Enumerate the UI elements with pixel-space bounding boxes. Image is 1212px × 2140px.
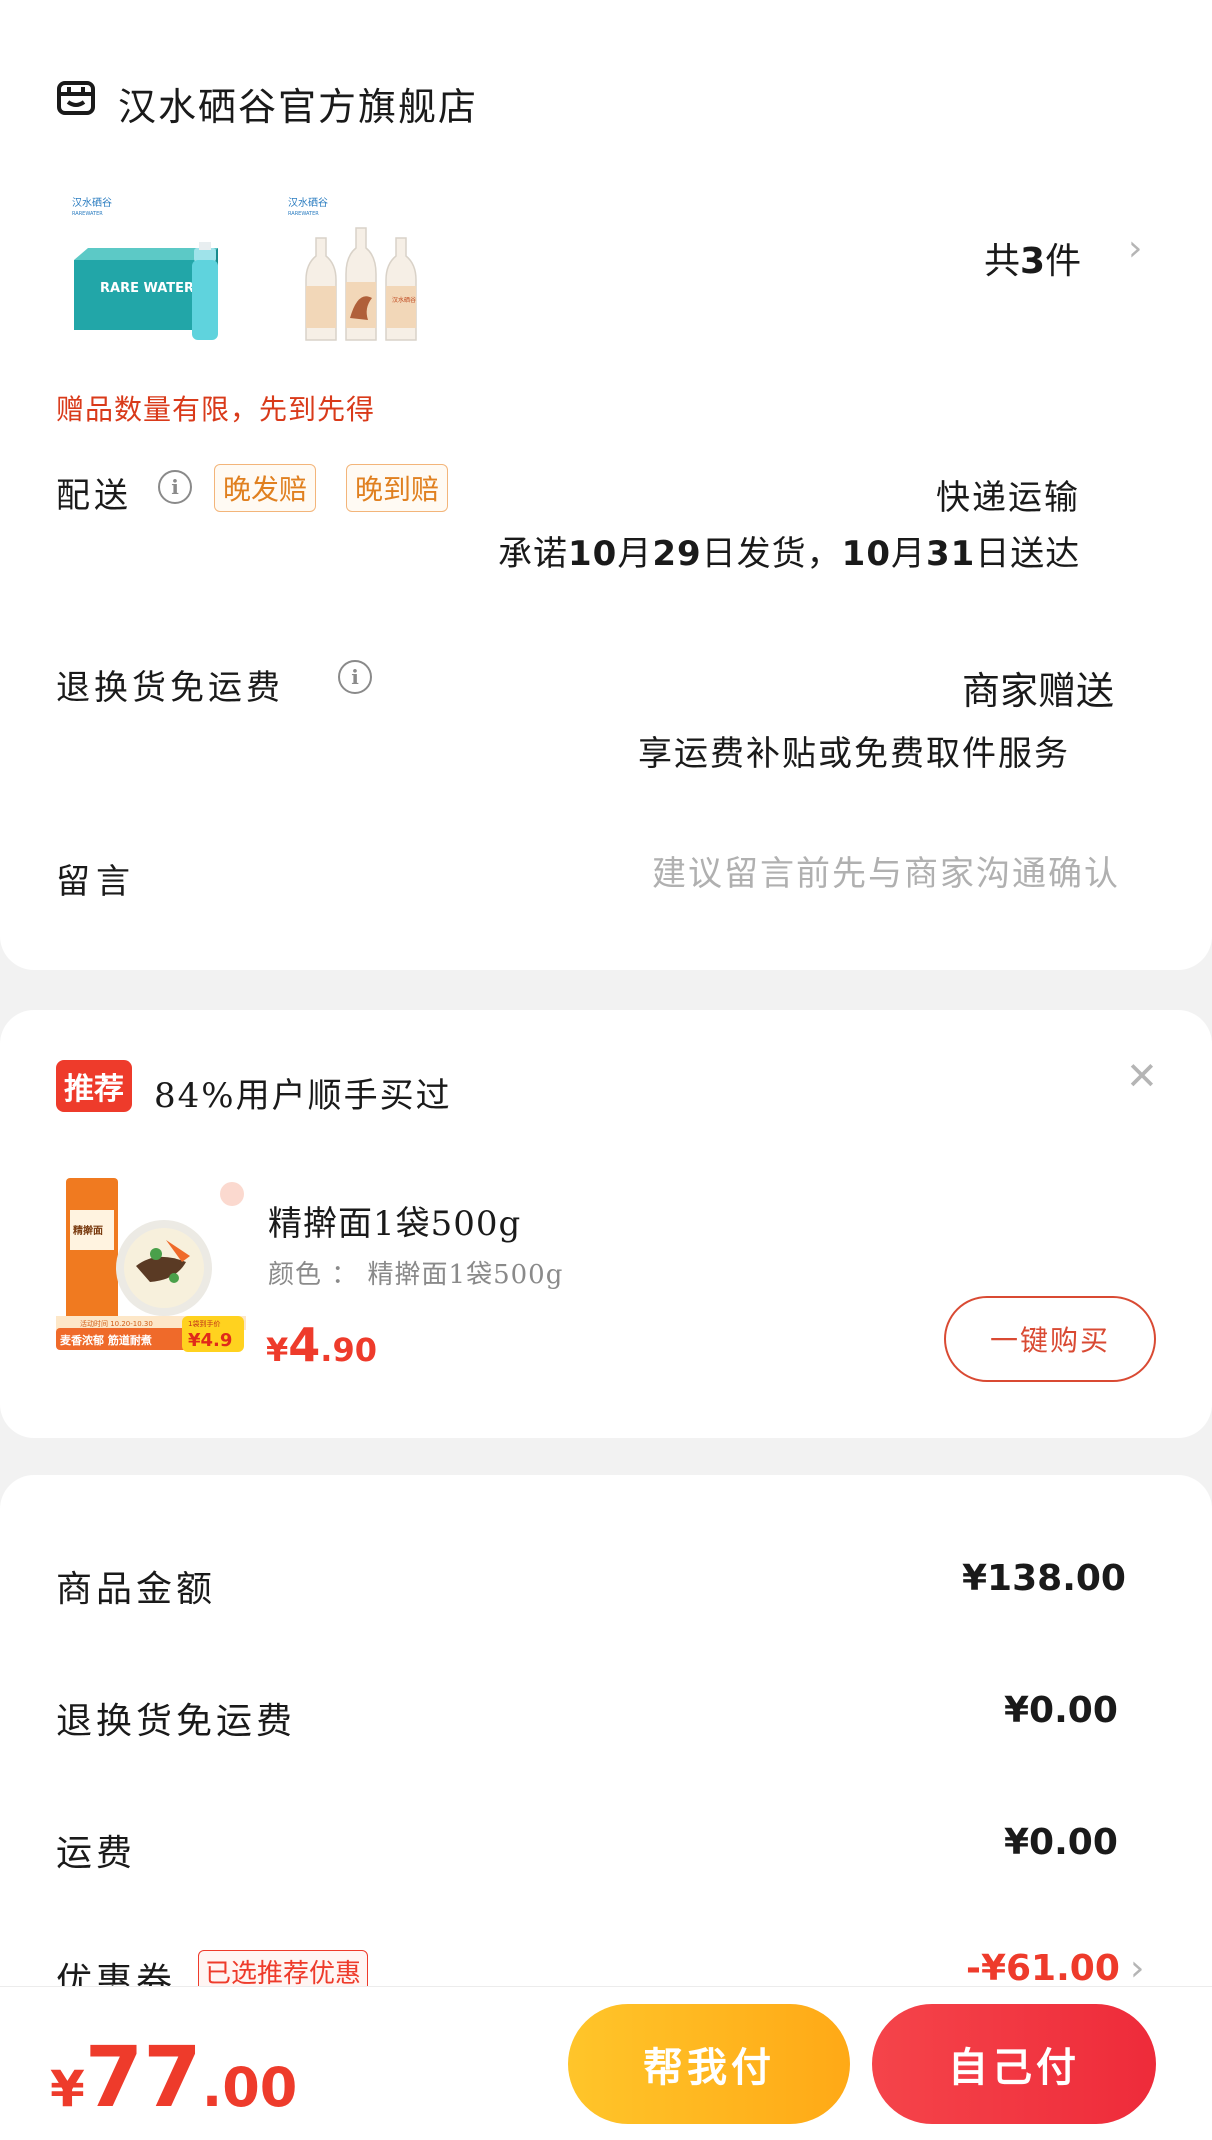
return-shipping-note: 享运费补贴或免费取件服务 [638, 734, 1070, 774]
shipping-fee-value: ¥0.00 [1004, 1822, 1118, 1863]
total-symbol: ¥ [50, 2060, 85, 2118]
goods-amount-label: 商品金额 [56, 1569, 217, 1610]
chevron-right-icon[interactable]: › [1130, 1948, 1144, 1989]
promise-number: 29 [652, 534, 702, 574]
promise-text: 月 [617, 534, 653, 574]
recommend-text: 84%用户顺手买过 [154, 1076, 452, 1116]
delivery-label: 配送 [56, 476, 132, 516]
store-icon [57, 81, 95, 115]
info-icon[interactable]: i [338, 660, 372, 694]
promise-number: 31 [925, 534, 976, 574]
noodle-product-image[interactable]: 精擀面 活动时间 10.20-10.30 麦香浓郁 筋道耐煮 1袋到手价 ¥4.… [56, 1170, 246, 1360]
message-input[interactable] [560, 846, 1120, 902]
thumb-brand: 汉水硒谷 [288, 197, 328, 209]
thumb-banner-text: 麦香浓郁 筋道耐煮 [60, 1333, 152, 1347]
return-shipping-label: 退换货免运费 [56, 668, 284, 708]
delivery-promise: 承诺10月29日发货，10月31日送达 [498, 526, 1080, 575]
thumb-box-text: RARE WATER [100, 281, 194, 296]
late-arrive-tag: 晚到赔 [346, 464, 449, 512]
recommend-product-price: ¥4.90 [266, 1318, 377, 1372]
chevron-right-icon[interactable]: › [1128, 228, 1142, 269]
coupon-value[interactable]: -¥61.00 [966, 1948, 1120, 1989]
water-bottles-image[interactable]: 汉水硒谷 RAREWATER 汉水硒谷 [288, 190, 478, 380]
promise-text: 日发货， [701, 534, 842, 574]
count-suffix: 件 [1045, 241, 1082, 282]
thumb-pack-text: 精擀面 [73, 1224, 103, 1237]
thumb-brand: 汉水硒谷 [72, 197, 112, 209]
water-box-image[interactable]: 汉水硒谷 RAREWATER RARE WATER [58, 190, 248, 380]
promise-text: 月 [890, 534, 926, 574]
gift-note: 赠品数量有限，先到先得 [56, 393, 376, 426]
promise-text: 日送达 [975, 534, 1081, 574]
help-pay-button[interactable]: 帮我付 [568, 2004, 850, 2124]
one-click-buy-button[interactable]: 一键购买 [944, 1296, 1156, 1382]
thumb-brand-en: RAREWATER [288, 211, 319, 217]
total-decimal: .00 [201, 2056, 298, 2119]
promise-text: 承诺 [498, 534, 568, 574]
thumb-brand-en: RAREWATER [72, 211, 103, 217]
total-integer: 77 [84, 2028, 202, 2126]
recommend-badge: 推荐 [56, 1060, 132, 1112]
thumb-activity-text: 活动时间 10.20-10.30 [80, 1319, 153, 1328]
return-shipping-value: 商家赠送 [962, 669, 1115, 713]
delivery-method[interactable]: 快递运输 [936, 470, 1080, 519]
close-icon[interactable]: ✕ [1126, 1054, 1158, 1098]
return-shipping-fee-label: 退换货免运费 [56, 1701, 297, 1742]
total-price: ¥77.00 [50, 2028, 297, 2126]
recommend-product-name[interactable]: 精擀面1袋500g [268, 1196, 521, 1245]
count-prefix: 共 [984, 241, 1021, 282]
self-pay-button[interactable]: 自己付 [872, 2004, 1156, 2124]
thumb-price-label: 1袋到手价 [188, 1319, 220, 1328]
message-label: 留言 [56, 862, 136, 902]
price-symbol: ¥ [266, 1331, 289, 1369]
shipping-fee-label: 运费 [56, 1833, 137, 1874]
late-ship-tag: 晚发赔 [214, 464, 317, 512]
promise-number: 10 [841, 534, 891, 574]
promise-number: 10 [568, 534, 618, 574]
count-number: 3 [1020, 241, 1046, 282]
info-icon[interactable]: i [158, 470, 192, 504]
thumb-label-text: 汉水硒谷 [392, 296, 416, 304]
recommend-product-variant: 颜色 ： 精擀面1袋500g [268, 1260, 564, 1290]
goods-amount-value: ¥138.00 [962, 1558, 1126, 1599]
price-integer: 4 [288, 1318, 321, 1372]
return-shipping-fee-value: ¥0.00 [1004, 1690, 1118, 1731]
thumb-price: ¥4.9 [188, 1330, 232, 1351]
price-decimal: .90 [320, 1331, 377, 1369]
item-count[interactable]: 共3件 [984, 232, 1081, 284]
store-name[interactable]: 汉水硒谷官方旗舰店 [118, 76, 478, 131]
